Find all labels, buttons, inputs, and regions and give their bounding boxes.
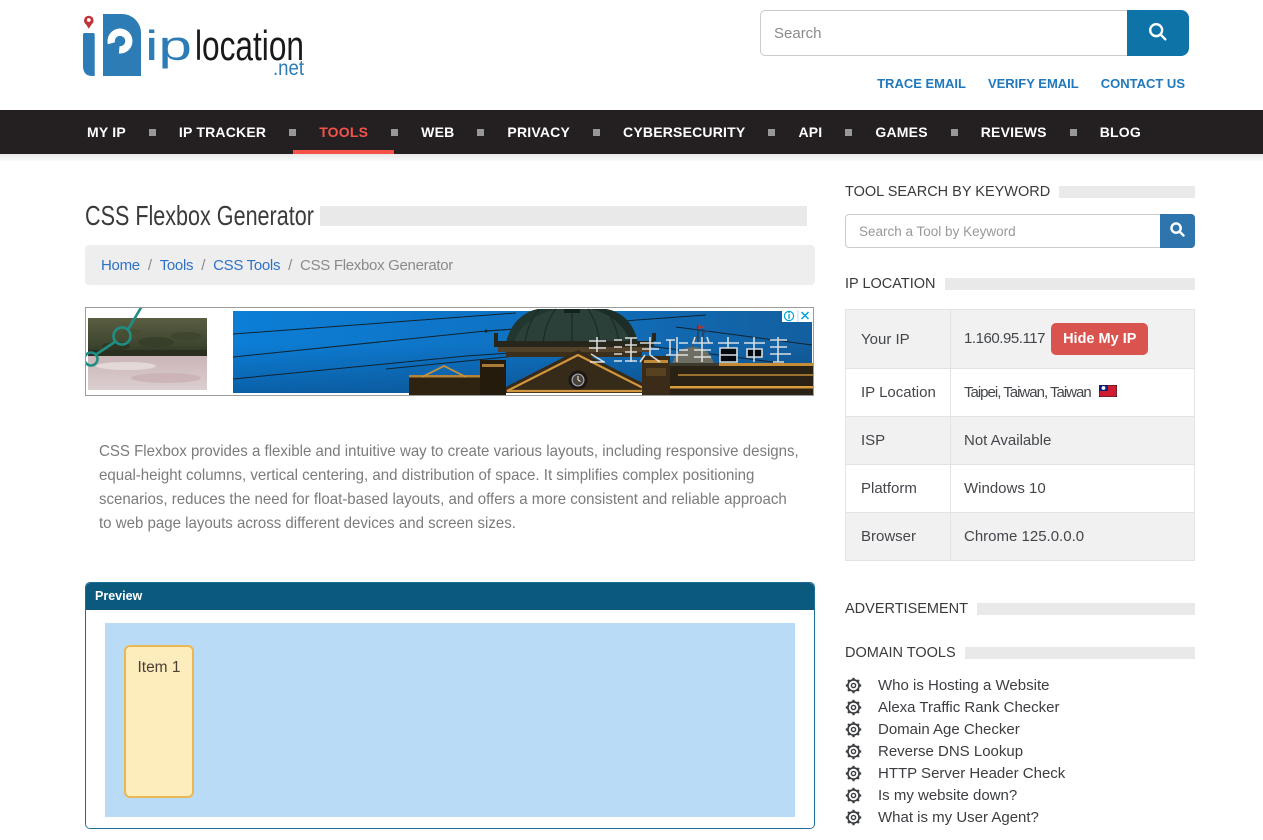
svg-text:.net: .net <box>273 57 304 80</box>
svg-text:ip: ip <box>145 22 192 69</box>
